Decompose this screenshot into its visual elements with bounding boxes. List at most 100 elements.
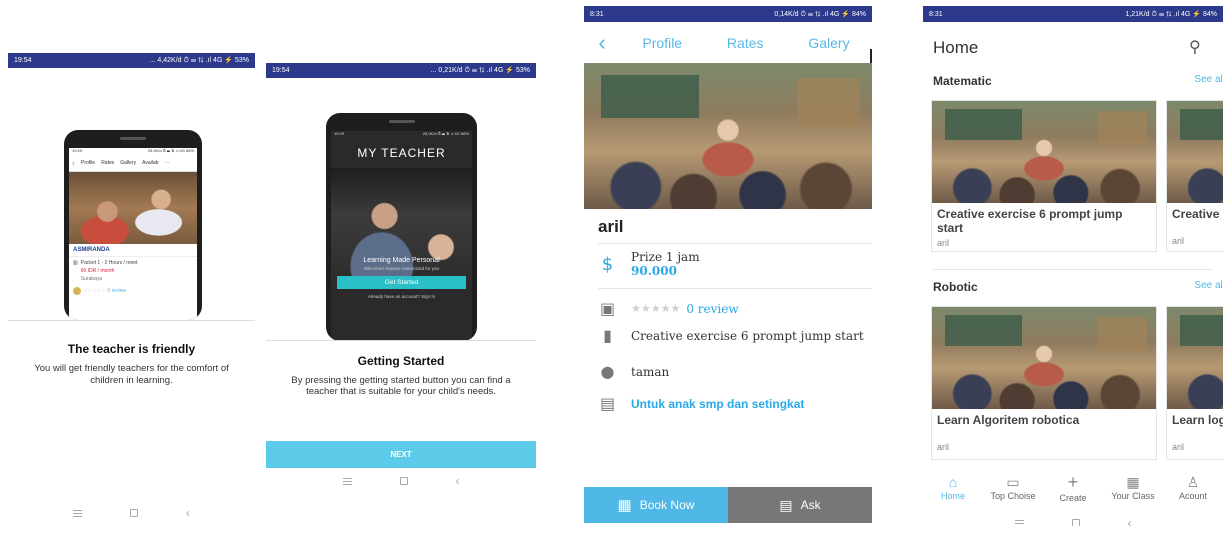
class-card-author: aril xyxy=(1172,235,1185,246)
mock-city: Surabaya xyxy=(80,276,103,282)
class-card-title: Creative exercise 6 prompt jump start xyxy=(937,207,1123,235)
class-card-author: aril xyxy=(937,441,950,452)
class-card[interactable]: Learn Algoritem robotica aril xyxy=(931,306,1157,460)
class-title: Creative exercise 6 prompt jump start xyxy=(631,328,864,343)
class-card-photo xyxy=(932,101,1156,203)
status-bar: 19:54 ... 4,42K/d ⏱ ☰ ⇅ .ıl 4G ⚡ 53% xyxy=(8,53,255,68)
mock-screen: 19:29 25,0K/d ⏱ ☰ ⇅ .ıl 4G 66% ‹ Profile… xyxy=(69,148,197,320)
mock-sub-tagline: Bite-sized classes customized for you xyxy=(363,266,440,271)
phone-speaker xyxy=(120,137,146,140)
class-card-photo xyxy=(1167,307,1223,409)
mock-tab-gallery: Gallery xyxy=(120,160,137,166)
class-card-author: aril xyxy=(1172,441,1185,452)
back-arrow-icon[interactable]: ‹ xyxy=(584,30,620,56)
mock-screen: 19:29 25,0K/d ⏱ ☰ ⇅ .ıl 4G 66% MY TEACHE… xyxy=(331,131,472,341)
back-system-button[interactable]: ‹ xyxy=(186,506,190,520)
mock-app-title: MY TEACHER xyxy=(357,146,446,160)
divider xyxy=(598,288,872,289)
audience-row: ▤ Untuk anak smp dan setingkat xyxy=(598,394,866,413)
status-time: 8:31 xyxy=(590,10,604,18)
onboarding-description: You will get friendly teachers for the c… xyxy=(34,363,229,386)
tab-profile[interactable]: Profile xyxy=(642,35,682,51)
class-card[interactable]: Learn log aril xyxy=(1166,306,1223,460)
class-card[interactable]: Creative aril xyxy=(1166,100,1223,252)
bottom-navigation: ⌂ Home ▭ Top Choise + Create ▦ Your Clas… xyxy=(923,470,1223,506)
search-icon[interactable]: ⚲ xyxy=(1189,37,1201,57)
mock-get-started-button: Get Started xyxy=(337,276,466,289)
class-row: ▮ Creative exercise 6 prompt jump start xyxy=(598,326,866,345)
location-row: ● taman xyxy=(598,362,866,381)
back-system-button[interactable]: ‹ xyxy=(456,474,460,488)
divider xyxy=(933,269,1213,270)
home-system-button[interactable] xyxy=(130,509,138,517)
mock-price: 60 IDR / month xyxy=(80,268,115,274)
audience-text[interactable]: Untuk anak smp dan setingkat xyxy=(631,397,804,411)
phone-mockup: 19:29 25,0K/d ⏱ ☰ ⇅ .ıl 4G 66% MY TEACHE… xyxy=(326,113,477,341)
home-system-button[interactable] xyxy=(399,477,408,485)
nav-create[interactable]: + Create xyxy=(1043,470,1103,506)
teacher-photo xyxy=(69,172,197,244)
status-indicators: ... 0,21K/d ⏱ ☰ ⇅ .ıl 4G ⚡ 53% xyxy=(430,67,530,74)
profile-app-bar: ‹ Profile Rates Galery xyxy=(584,22,872,66)
calendar-check-icon: ▦ xyxy=(617,497,632,514)
person-icon: ▣ xyxy=(599,299,616,318)
next-button[interactable]: NEXT xyxy=(266,441,536,468)
nav-account[interactable]: ♙ Acount xyxy=(1163,470,1223,506)
tab-rates[interactable]: Rates xyxy=(727,35,764,51)
onboarding-title: The teacher is friendly xyxy=(67,342,196,356)
recent-apps-button[interactable] xyxy=(73,509,82,517)
book-now-button[interactable]: ▦ Book Now xyxy=(584,487,728,523)
location-text: taman xyxy=(631,364,670,379)
mock-status-bar: 19:29 25,0K/d ⏱ ☰ ⇅ .ıl 4G 66% xyxy=(334,131,469,136)
teacher-profile-screen: 8:31 0,14K/d ⏱ ☰ ⇅ .ıl 4G ⚡ 84% ‹ Profil… xyxy=(584,6,872,524)
home-screen: 8:31 1,21K/d ⏱ ☰ ⇅ .ıl 4G ⚡ 84% Home ⚲ M… xyxy=(923,6,1223,526)
divider xyxy=(598,243,872,244)
tab-galery[interactable]: Galery xyxy=(808,35,849,51)
presentation-icon: ▭ xyxy=(1006,474,1020,490)
nav-top-choise[interactable]: ▭ Top Choise xyxy=(983,470,1043,506)
recent-apps-button[interactable] xyxy=(1014,519,1024,526)
class-card-title: Creative xyxy=(1172,207,1220,221)
mock-signin-link: Already have an account? Sign In xyxy=(367,294,436,299)
back-system-button[interactable]: ‹ xyxy=(1128,516,1132,526)
class-card-title: Learn Algoritem robotica xyxy=(937,413,1080,427)
system-nav-bar: ‹ xyxy=(266,469,536,491)
section-robotic: Robotic See all xyxy=(933,280,1223,294)
review-row: ▣ ★★★★★ 0 review xyxy=(598,299,866,318)
mock-tab-profile: Profile xyxy=(81,160,96,166)
section-title: Matematic xyxy=(933,74,992,88)
status-indicators: 1,21K/d ⏱ ☰ ⇅ .ıl 4G ⚡ 84% xyxy=(1125,10,1217,18)
ask-label: Ask xyxy=(800,498,821,512)
prize-row: $ Prize 1 jam 90.000 xyxy=(598,250,866,278)
class-card[interactable]: Creative exercise 6 prompt jump start ar… xyxy=(931,100,1157,252)
recent-apps-button[interactable] xyxy=(342,477,352,485)
mock-tab-rates: Rates xyxy=(101,160,115,166)
nav-your-class[interactable]: ▦ Your Class xyxy=(1103,470,1163,506)
system-nav-bar: ‹ xyxy=(923,511,1223,526)
rating-stars: ☆☆☆☆☆ xyxy=(83,288,106,294)
class-card-title: Learn log xyxy=(1172,413,1223,427)
more-icon: ⋯ xyxy=(164,160,170,166)
class-card-photo xyxy=(1167,101,1223,203)
divider xyxy=(266,340,536,341)
classroom-photo xyxy=(584,63,872,209)
mock-tagline: Learning Made Personal xyxy=(363,257,440,264)
mock-status-bar: 19:29 25,0K/d ⏱ ☰ ⇅ .ıl 4G 66% xyxy=(69,148,197,155)
nav-home[interactable]: ⌂ Home xyxy=(923,470,983,506)
status-indicators: ... 4,42K/d ⏱ ☰ ⇅ .ıl 4G ⚡ 53% xyxy=(149,57,249,64)
status-indicators: 0,14K/d ⏱ ☰ ⇅ .ıl 4G ⚡ 84% xyxy=(774,10,866,18)
ask-button[interactable]: ▤ Ask xyxy=(728,487,872,523)
onboarding-screen-friendly: 19:54 ... 4,42K/d ⏱ ☰ ⇅ .ıl 4G ⚡ 53% 19:… xyxy=(8,53,255,528)
review-count[interactable]: 0 review xyxy=(686,302,738,316)
class-card-author: aril xyxy=(937,237,950,248)
book-now-label: Book Now xyxy=(639,498,695,512)
location-pin-icon: ● xyxy=(600,362,615,381)
package-icon: ▥ xyxy=(73,260,78,266)
back-arrow-icon: ‹ xyxy=(72,158,75,168)
see-all-link[interactable]: See all xyxy=(1194,74,1223,85)
rating-stars: ★★★★★ xyxy=(631,302,681,315)
page-title: Home xyxy=(933,38,979,57)
see-all-link[interactable]: See all xyxy=(1194,280,1223,291)
home-system-button[interactable] xyxy=(1071,519,1080,526)
mock-packet: Packet 1 - 2 Hours / meet xyxy=(80,260,138,266)
